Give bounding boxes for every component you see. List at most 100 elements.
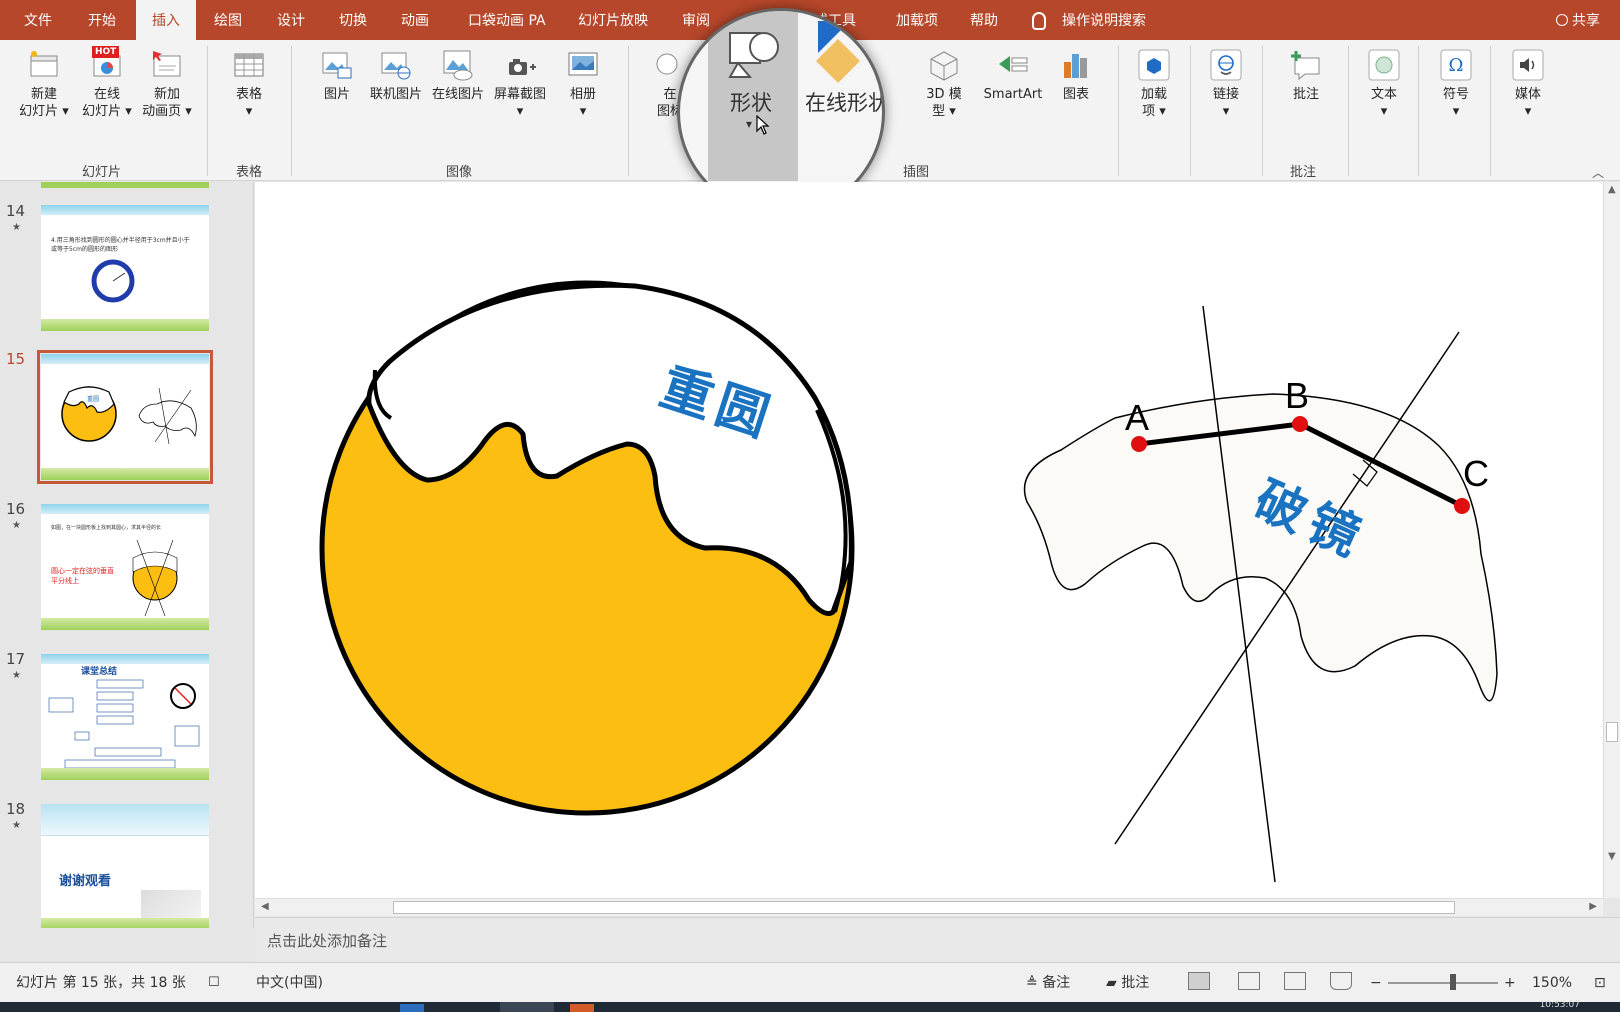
taskbar-app-icon[interactable] bbox=[400, 1004, 424, 1012]
tab-animations[interactable]: 动画 bbox=[401, 0, 429, 40]
group-label-images: 图像 bbox=[446, 165, 473, 180]
text-button[interactable]: 文本 ▾ bbox=[1360, 48, 1408, 120]
scroll-down-icon[interactable]: ▼ bbox=[1608, 851, 1616, 862]
scroll-right-icon[interactable]: ▶ bbox=[1589, 901, 1597, 912]
language-indicator[interactable]: 中文(中国) bbox=[256, 963, 323, 1003]
table-label: 表格 ▾ bbox=[235, 87, 262, 119]
screenshot-label: 屏幕截图 ▾ bbox=[493, 87, 546, 119]
smartart-icon bbox=[999, 56, 1028, 72]
new-animation-page-button[interactable]: 新加 动画页 ▾ bbox=[138, 48, 196, 120]
svg-text:Ω: Ω bbox=[1449, 55, 1464, 76]
scroll-up-icon[interactable]: ▲ bbox=[1608, 184, 1616, 195]
new-slide-button[interactable]: 新建 幻灯片 ▾ bbox=[18, 48, 70, 120]
table-button[interactable]: 表格 ▾ bbox=[224, 48, 274, 120]
slide-thumbnail-14[interactable]: 4.用三角形找到圆形的圆心并半径用于3cm并且小于 或等于5cm的圆形的图形 bbox=[41, 205, 209, 331]
3d-model-button[interactable]: 3D 模 型 ▾ bbox=[918, 48, 970, 120]
chart-button[interactable]: 图表 bbox=[1054, 48, 1098, 103]
zoom-level[interactable]: 150% bbox=[1532, 963, 1572, 1003]
link-label: 链接 ▾ bbox=[1212, 87, 1239, 119]
online-pictures-button[interactable]: 在线图片 bbox=[428, 48, 488, 103]
collapse-ribbon-icon[interactable]: ︿ bbox=[1592, 164, 1604, 181]
notes-toggle-button[interactable]: ≜ 备注 bbox=[1026, 963, 1070, 1003]
shapes-icon bbox=[728, 32, 779, 78]
fit-to-window-icon[interactable]: ⊡ bbox=[1594, 963, 1606, 1003]
tab-slideshow[interactable]: 幻灯片放映 bbox=[578, 0, 648, 40]
shapes-dropdown-caret[interactable]: ▾ bbox=[746, 117, 752, 131]
comment-button[interactable]: 批注 bbox=[1282, 48, 1330, 103]
slide-thumbnail-16[interactable]: 如图，在一块圆形板上找到其圆心，求其半径的长 圆心一定在弦的垂直 平分线上 bbox=[41, 504, 209, 630]
taskbar-powerpoint-icon[interactable] bbox=[570, 1004, 594, 1012]
slide-thumbnail-15[interactable]: 重圆 bbox=[37, 350, 213, 484]
tab-transitions[interactable]: 切换 bbox=[339, 0, 367, 40]
scroll-thumb[interactable] bbox=[393, 901, 1455, 914]
zoom-slider-thumb[interactable] bbox=[1450, 974, 1456, 990]
notes-icon: ≜ bbox=[1026, 975, 1043, 991]
thumbnail-text: 重圆 bbox=[87, 396, 100, 403]
normal-view-button[interactable] bbox=[1188, 972, 1210, 990]
animation-star-icon: ★ bbox=[12, 520, 21, 531]
broken-circle-shape[interactable] bbox=[319, 280, 855, 816]
thumbnail-number: 16 bbox=[6, 500, 26, 518]
slide-thumbnail-18[interactable]: 谢谢观看 bbox=[41, 804, 209, 928]
tab-design[interactable]: 设计 bbox=[277, 0, 305, 40]
omega-icon: Ω bbox=[1440, 49, 1472, 81]
zoom-slider-track[interactable] bbox=[1388, 982, 1498, 984]
album-button[interactable]: 相册 ▾ bbox=[558, 48, 608, 120]
slide-canvas[interactable]: 重圆 A B C 破镜 bbox=[255, 182, 1603, 898]
tell-me-search[interactable]: 操作说明搜索 bbox=[1062, 0, 1146, 40]
tab-file[interactable]: 文件 bbox=[24, 0, 52, 40]
tab-help[interactable]: 帮助 bbox=[970, 0, 998, 40]
vertical-scrollbar[interactable]: ▲ ▼ bbox=[1603, 182, 1620, 898]
thumbnail-number: 14 bbox=[6, 202, 26, 220]
smartart-label: SmartArt bbox=[983, 87, 1043, 102]
scroll-left-icon[interactable]: ◀ bbox=[261, 901, 269, 912]
zoom-out-button[interactable]: − bbox=[1370, 963, 1382, 1003]
thumbnail-frame bbox=[41, 468, 209, 480]
smartart-button[interactable]: SmartArt bbox=[980, 48, 1046, 103]
media-label: 媒体 ▾ bbox=[1514, 87, 1541, 119]
slide-sorter-view-button[interactable] bbox=[1238, 972, 1260, 990]
online-shapes-label[interactable]: 在线形状 bbox=[805, 87, 882, 117]
zoom-in-button[interactable]: + bbox=[1504, 963, 1516, 1003]
online-pictures-linked-button[interactable]: 联机图片 bbox=[366, 48, 426, 103]
comments-toggle-label: 批注 bbox=[1121, 975, 1150, 991]
slide-thumbnail-17[interactable]: 课堂总结 bbox=[41, 654, 209, 780]
tab-addins[interactable]: 加载项 bbox=[896, 0, 938, 40]
accessibility-icon[interactable]: ☐ bbox=[208, 963, 220, 1003]
group-separator bbox=[1348, 46, 1349, 176]
group-separator bbox=[207, 46, 208, 176]
link-button[interactable]: 链接 ▾ bbox=[1202, 48, 1250, 120]
share-label: 共享 bbox=[1572, 13, 1600, 29]
slideshow-view-button[interactable] bbox=[1330, 972, 1352, 990]
online-slide-button[interactable]: 在线 幻灯片 ▾ bbox=[78, 48, 136, 120]
comments-toggle-button[interactable]: ▰ 批注 bbox=[1106, 963, 1149, 1003]
thumbnail-text: 谢谢观看 bbox=[59, 874, 112, 889]
tab-review[interactable]: 审阅 bbox=[682, 0, 710, 40]
symbols-button[interactable]: Ω 符号 ▾ bbox=[1432, 48, 1480, 120]
reading-view-button[interactable] bbox=[1284, 972, 1306, 990]
tab-home[interactable]: 开始 bbox=[88, 0, 116, 40]
screenshot-button[interactable]: 屏幕截图 ▾ bbox=[490, 48, 550, 120]
media-button[interactable]: 媒体 ▾ bbox=[1504, 48, 1552, 120]
addins-icon bbox=[1138, 49, 1170, 81]
album-label: 相册 ▾ bbox=[569, 87, 596, 119]
symbols-label: 符号 ▾ bbox=[1442, 87, 1469, 119]
addins-button[interactable]: 加载 项 ▾ bbox=[1130, 48, 1178, 120]
picture-button[interactable]: 图片 bbox=[312, 48, 362, 103]
horizontal-scrollbar[interactable]: ◀ ▶ bbox=[255, 898, 1603, 916]
chart-label: 图表 bbox=[1062, 87, 1089, 102]
notes-pane[interactable]: 点击此处添加备注 bbox=[255, 917, 1620, 962]
thumbnail-frame bbox=[41, 768, 209, 780]
tab-draw[interactable]: 绘图 bbox=[214, 0, 242, 40]
group-separator bbox=[1190, 46, 1191, 176]
taskbar-active-app[interactable] bbox=[500, 1002, 554, 1012]
share-button[interactable]: 共享 bbox=[1556, 0, 1600, 40]
comment-plus-icon bbox=[1291, 51, 1320, 81]
animation-star-icon: ★ bbox=[12, 222, 21, 233]
scroll-thumb[interactable] bbox=[1606, 722, 1618, 742]
tab-insert[interactable]: 插入 bbox=[136, 0, 196, 40]
powerpoint-window: 文件 开始 插入 绘图 设计 切换 动画 口袋动画 PA 幻灯片放映 审阅 格式… bbox=[0, 0, 1620, 1012]
mirror-shard-shape[interactable] bbox=[1023, 305, 1498, 883]
shapes-label[interactable]: 形状 bbox=[730, 87, 772, 117]
tab-pocket-animation[interactable]: 口袋动画 PA bbox=[468, 0, 546, 40]
